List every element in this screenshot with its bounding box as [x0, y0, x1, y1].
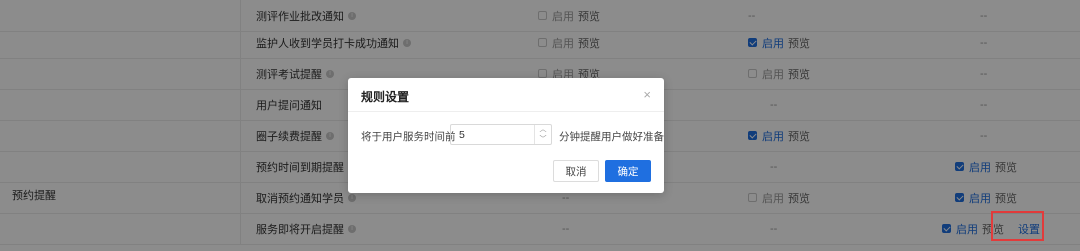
increment-icon[interactable]: ︿ [535, 125, 551, 135]
confirm-button[interactable]: 确定 [605, 160, 651, 182]
cancel-button[interactable]: 取消 [553, 160, 599, 182]
close-icon[interactable]: × [643, 87, 651, 102]
dialog-title: 规则设置 [361, 90, 410, 104]
minutes-stepper: ︿ ﹀ [450, 124, 552, 145]
decrement-icon[interactable]: ﹀ [535, 135, 551, 145]
highlight-box [991, 211, 1044, 241]
divider [348, 111, 664, 112]
rule-settings-dialog: 规则设置 × 将于用户服务时间前 ︿ ﹀ 分钟提醒用户做好准备 取消 确定 [348, 78, 664, 193]
minutes-input[interactable] [451, 125, 535, 144]
rule-prefix-text: 将于用户服务时间前 [361, 131, 456, 143]
stepper-controls: ︿ ﹀ [534, 125, 551, 144]
rule-suffix-text: 分钟提醒用户做好准备 [559, 131, 664, 143]
